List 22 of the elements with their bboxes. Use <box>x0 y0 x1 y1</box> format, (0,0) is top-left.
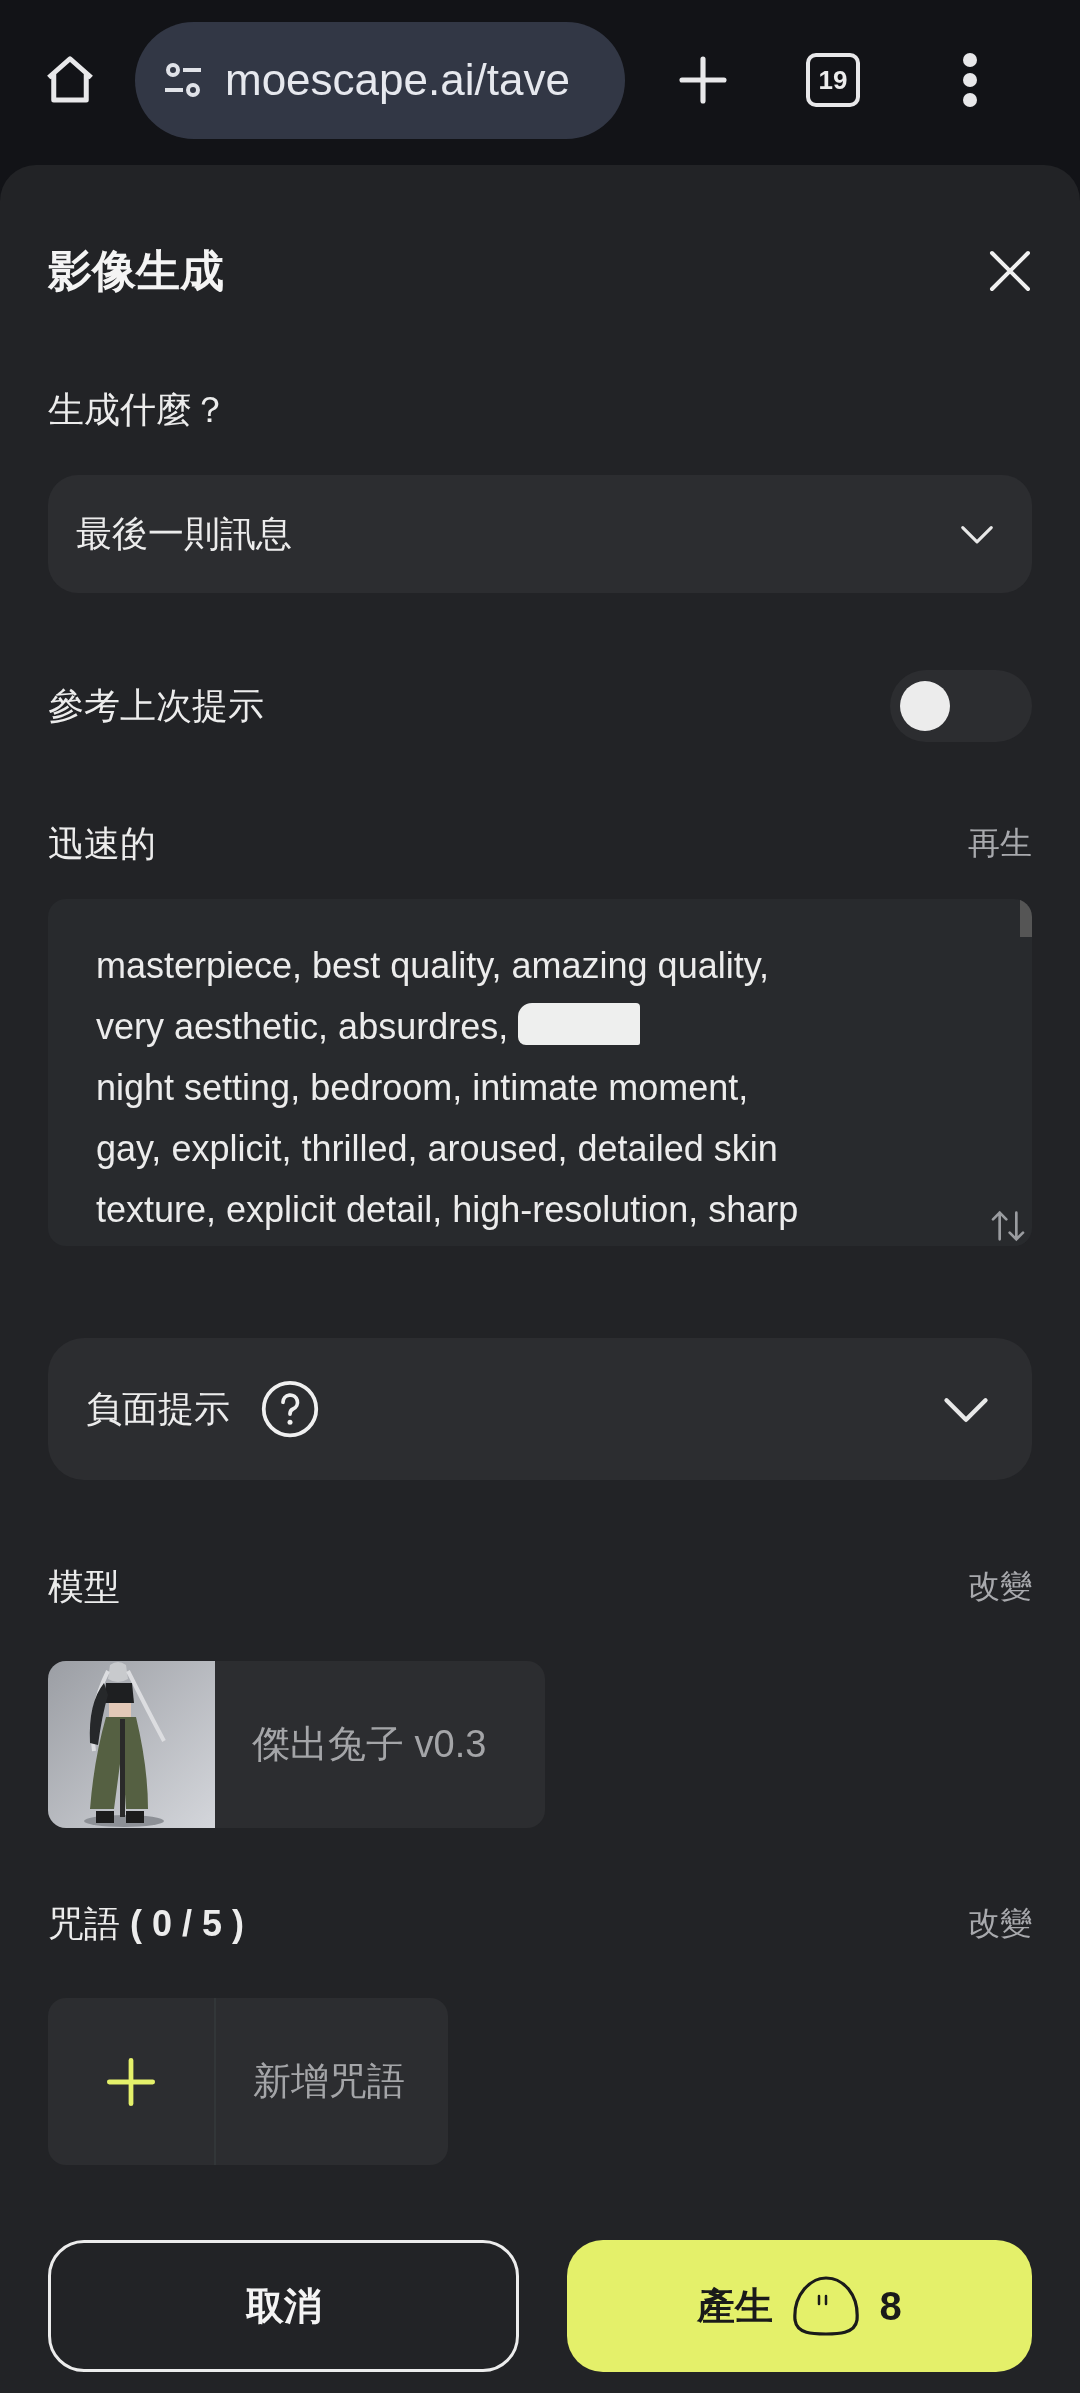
plus-icon <box>105 2055 157 2108</box>
url-text: moescape.ai/tave <box>225 55 571 105</box>
more-menu-icon[interactable] <box>960 50 980 110</box>
cancel-button[interactable]: 取消 <box>48 2240 519 2372</box>
change-link[interactable]: 改變 <box>968 1565 1032 1609</box>
tab-count-button[interactable]: 19 <box>806 53 860 107</box>
generate-button[interactable]: 產生 8 <box>567 2240 1032 2372</box>
regenerate-link[interactable]: 再生 <box>968 822 1032 866</box>
section-label: 咒語 ( 0 / 5 ) <box>48 1901 245 1946</box>
change-link[interactable]: 改變 <box>968 1902 1032 1946</box>
scrollbar-thumb[interactable] <box>1020 899 1032 937</box>
add-spell-button[interactable]: 新增咒語 <box>48 1998 448 2165</box>
address-bar[interactable]: moescape.ai/tave <box>135 21 625 139</box>
target-dropdown[interactable]: 最後一則訊息 <box>48 475 1032 593</box>
section-label: 模型 <box>48 1564 120 1609</box>
field-label: 迅速的 <box>48 821 156 866</box>
toggle-label: 參考上次提示 <box>48 683 264 728</box>
dialog-title: 影像生成 <box>48 244 224 297</box>
model-card[interactable]: 傑出兔子 v0.3 <box>48 1661 545 1828</box>
negative-prompt-accordion[interactable]: 負面提示 <box>48 1338 1032 1480</box>
field-label: 生成什麼？ <box>48 388 229 432</box>
help-icon[interactable] <box>260 1379 320 1439</box>
